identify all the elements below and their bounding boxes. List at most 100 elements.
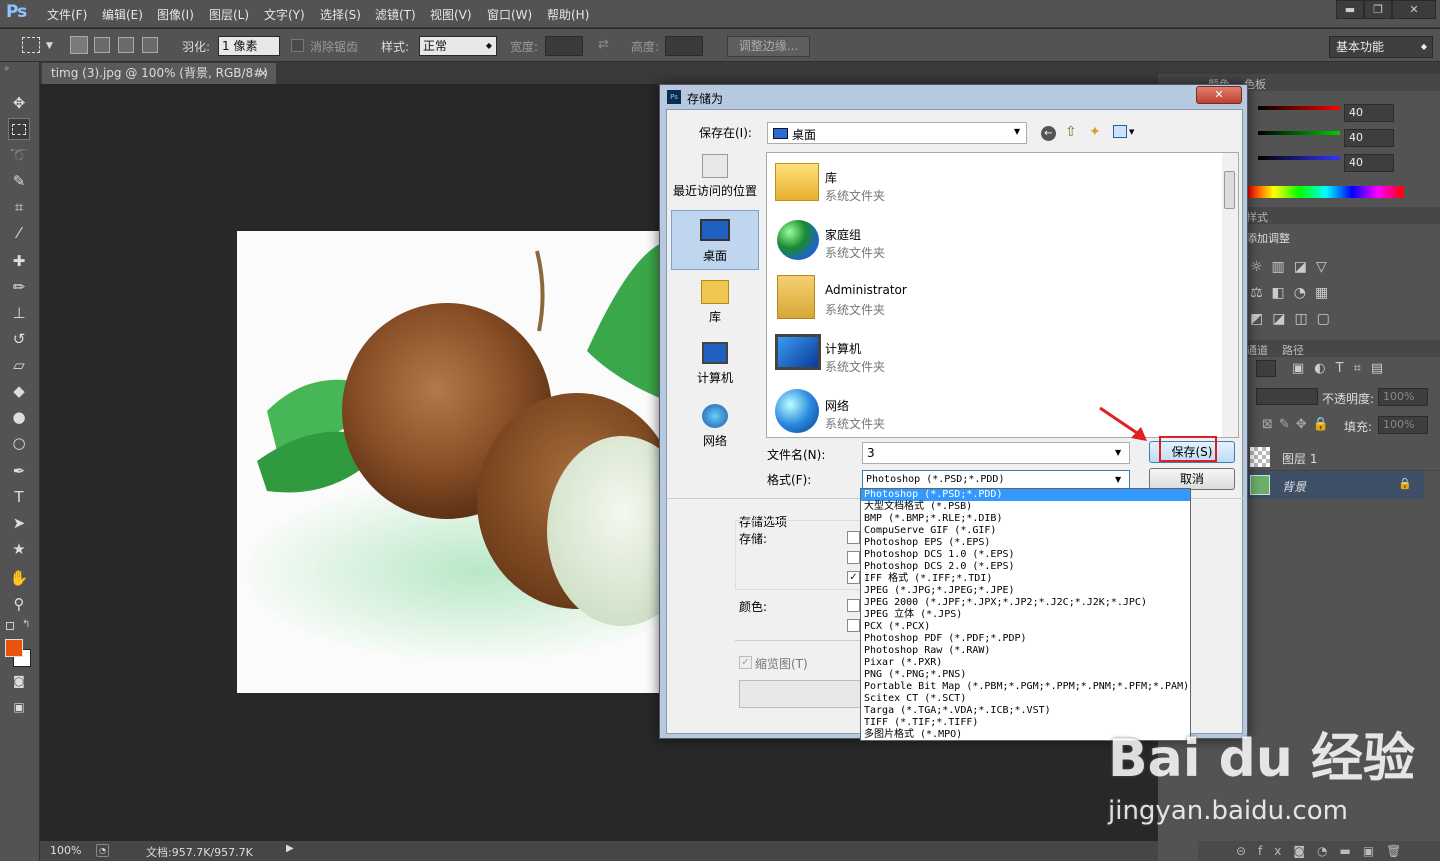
paint-bucket-icon[interactable]: ◆ [8,380,30,402]
feather-input[interactable]: 1 像素 [218,36,280,56]
screen-mode-icon[interactable]: ▣ [8,696,30,718]
color-checkbox[interactable] [847,619,860,632]
green-slider[interactable] [1258,131,1340,135]
menu-image[interactable]: 图像(I) [157,6,194,23]
layer-actions[interactable]: ⊝fx◙◔▬▣🗑 [1198,841,1440,861]
layer-filter-icons[interactable]: ▣◐T⌗▤ [1292,361,1393,376]
restore-button[interactable]: ❐ [1364,0,1392,19]
opacity-input[interactable]: 100% [1378,388,1428,406]
path-select-icon[interactable]: ➤ [8,512,30,534]
format-option[interactable]: Pixar (*.PXR) [864,657,942,669]
swap-colors-icon[interactable]: ↰ [22,619,30,630]
place-network[interactable]: 网络 [671,404,759,456]
hand-tool-icon[interactable]: ✋ [8,567,30,589]
shape-tool-icon[interactable]: ★ [8,538,30,560]
menu-help[interactable]: 帮助(H) [547,6,589,23]
list-item[interactable]: Administrator 系统文件夹 [767,267,1225,324]
collapse-icon[interactable]: » [4,64,10,74]
format-option[interactable]: 多图片格式 (*.MPO) [864,729,962,741]
chevron-down-icon[interactable]: ▼ [1129,128,1134,136]
list-item[interactable]: 家庭组 系统文件夹 [767,210,1225,267]
filename-input[interactable]: 3 ▼ [862,442,1130,464]
foreground-color-swatch[interactable] [5,639,23,657]
place-recent[interactable]: 最近访问的位置 [671,152,759,204]
menu-view[interactable]: 视图(V) [430,6,472,23]
format-option[interactable]: Photoshop Raw (*.RAW) [864,645,990,657]
list-item[interactable]: 计算机 系统文件夹 [767,324,1225,381]
layer-row-background[interactable]: 背景 🔒 [1248,471,1424,499]
color-spectrum[interactable] [1248,186,1404,198]
tab-paths[interactable]: 路径 [1282,342,1304,358]
lock-icons[interactable]: ⊠✎✥🔒 [1262,417,1335,432]
format-option[interactable]: Portable Bit Map (*.PBM;*.PGM;*.PPM;*.PN… [864,681,1189,693]
fill-input[interactable]: 100% [1378,416,1428,434]
pen-tool-icon[interactable]: ✒ [8,460,30,482]
dialog-titlebar[interactable]: Ps 存储为 ✕ [660,85,1247,109]
store-checkbox[interactable] [847,551,860,564]
intersect-selection-icon[interactable] [142,37,158,53]
blue-slider[interactable] [1258,156,1340,160]
green-value[interactable]: 40 [1344,129,1394,147]
blur-tool-icon[interactable]: ● [8,406,30,428]
layer-row[interactable]: 图层 1 [1248,443,1440,471]
subtract-selection-icon[interactable] [118,37,134,53]
view-menu-icon[interactable] [1113,125,1127,138]
menu-file[interactable]: 文件(F) [47,6,87,23]
place-desktop[interactable]: 桌面 [671,210,759,270]
close-tab-icon[interactable]: × [258,63,268,83]
list-item[interactable]: 网络 系统文件夹 [767,381,1225,438]
layer-filter-select[interactable] [1256,360,1276,377]
lychee-image[interactable] [237,231,667,693]
tab-styles[interactable]: 样式 [1246,209,1268,225]
layer-name[interactable]: 背景 [1282,478,1306,495]
cancel-button[interactable]: 取消 [1149,468,1235,490]
menu-edit[interactable]: 编辑(E) [102,6,143,23]
format-option[interactable]: Photoshop (*.PSD;*.PDD) [864,489,1002,501]
type-tool-icon[interactable]: T [8,486,30,508]
format-option[interactable]: Scitex CT (*.SCT) [864,693,966,705]
clone-stamp-icon[interactable]: ⊥ [8,302,30,324]
chevron-down-icon[interactable]: ▼ [46,41,53,51]
format-option[interactable]: Photoshop DCS 2.0 (*.EPS) [864,561,1015,573]
scroll-thumb[interactable] [1224,171,1235,209]
format-option[interactable]: Targa (*.TGA;*.VDA;*.ICB;*.VST) [864,705,1051,717]
back-icon[interactable]: ← [1041,126,1056,141]
move-tool-icon[interactable]: ✥ [8,92,30,114]
place-library[interactable]: 库 [671,280,759,332]
antialias-checkbox[interactable] [291,39,304,52]
document-tab[interactable]: timg (3).jpg @ 100% (背景, RGB/8#) *× [42,63,276,100]
marquee-tool-icon[interactable] [8,118,30,140]
format-option[interactable]: 大型文档格式 (*.PSB) [864,501,972,513]
red-slider[interactable] [1258,106,1340,110]
dodge-tool-icon[interactable]: ○ [8,432,30,454]
blend-mode-select[interactable] [1256,388,1318,405]
panel-collapse-bar[interactable] [1158,62,1440,74]
menu-filter[interactable]: 滤镜(T) [375,6,416,23]
format-option[interactable]: TIFF (*.TIF;*.TIFF) [864,717,978,729]
quick-mask-icon[interactable]: ◙ [8,670,30,692]
save-in-select[interactable]: 桌面 ▼ [767,122,1027,144]
brush-tool-icon[interactable]: ✏ [8,276,30,298]
format-select[interactable]: Photoshop (*.PSD;*.PDD) ▼ [862,470,1130,490]
dialog-close-button[interactable]: ✕ [1196,86,1242,104]
width-input[interactable] [545,36,583,56]
healing-brush-icon[interactable]: ✚ [8,250,30,272]
blue-value[interactable]: 40 [1344,154,1394,172]
store-checkbox[interactable] [847,531,860,544]
menu-window[interactable]: 窗口(W) [487,6,532,23]
eraser-tool-icon[interactable]: ▱ [8,354,30,376]
layer-name[interactable]: 图层 1 [1282,450,1317,467]
default-colors-icon[interactable] [6,622,14,630]
format-option[interactable]: Photoshop DCS 1.0 (*.EPS) [864,549,1015,561]
adjustment-icons[interactable]: ☼▥◪▽ ⚖◧◔▦ ◩◪◫▢ [1250,254,1430,327]
history-brush-icon[interactable]: ↺ [8,328,30,350]
file-list-scrollbar[interactable] [1222,153,1238,437]
refine-edge-button[interactable]: 调整边缘... [727,36,810,57]
format-option[interactable]: JPEG 立体 (*.JPS) [864,609,962,621]
workspace-select[interactable]: 基本功能 ◆ [1329,36,1433,58]
add-selection-icon[interactable] [94,37,110,53]
eyedropper-tool-icon[interactable]: ⁄ [8,222,30,244]
menu-layer[interactable]: 图层(L) [209,6,249,23]
menu-type[interactable]: 文字(Y) [264,6,305,23]
menu-select[interactable]: 选择(S) [320,6,361,23]
